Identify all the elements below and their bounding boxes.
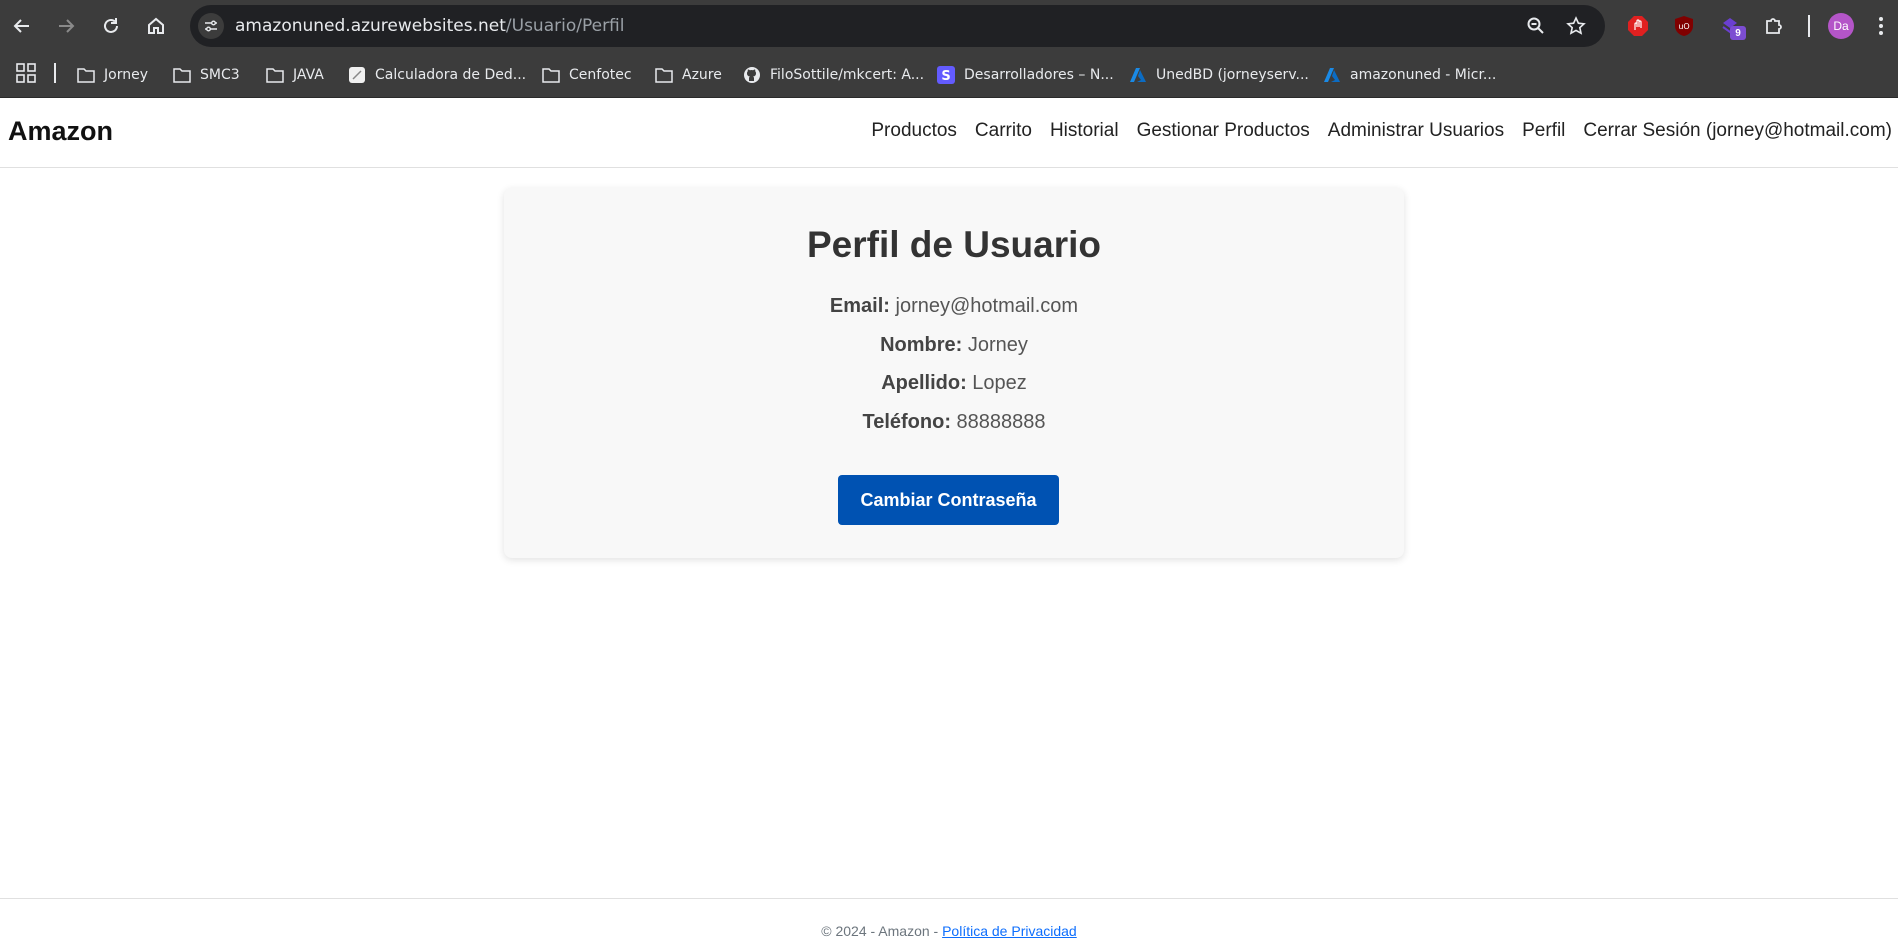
reload-icon [104, 18, 118, 33]
adblock-extension-icon[interactable] [1624, 12, 1652, 40]
bookmark-label: Calculadora de Ded... [375, 67, 527, 83]
nav-gestionar-productos[interactable]: Gestionar Productos [1137, 120, 1310, 142]
bookmark-star-icon[interactable] [1564, 14, 1588, 38]
email-value: jorney@hotmail.com [895, 295, 1079, 317]
nav-perfil[interactable]: Perfil [1522, 120, 1565, 142]
bookmark-label: Desarrolladores – N... [964, 67, 1114, 83]
bookmarks-divider [54, 63, 56, 83]
zoom-icon[interactable] [1524, 14, 1548, 38]
url-host: amazonuned.azurewebsites.net [235, 16, 506, 36]
footer-text: © 2024 - Amazon - Política de Privacidad [0, 923, 1898, 939]
bookmark-desarrolladores[interactable]: S Desarrolladores – N... [936, 62, 1114, 88]
bookmark-label: Jorney [104, 67, 148, 83]
github-icon [742, 65, 762, 85]
url-path: /Usuario/Perfil [505, 16, 625, 36]
copyright-text: © 2024 - Amazon - [821, 923, 943, 939]
reload-button[interactable] [95, 10, 127, 42]
change-password-button[interactable]: Cambiar Contraseña [838, 475, 1059, 525]
ublock-extension-icon[interactable]: uO [1670, 12, 1698, 40]
stripe-icon: S [936, 65, 956, 85]
address-bar[interactable]: amazonuned.azurewebsites.net/Usuario/Per… [190, 5, 1605, 47]
brand-logo-text[interactable]: Amazon [8, 116, 113, 147]
url-text[interactable]: amazonuned.azurewebsites.net/Usuario/Per… [235, 5, 625, 47]
arrow-right-icon [59, 19, 75, 33]
nav-historial[interactable]: Historial [1050, 120, 1119, 142]
page-title: Perfil de Usuario [806, 224, 1102, 265]
azure-icon [1128, 65, 1148, 85]
svg-text:S: S [941, 69, 950, 84]
azure-icon [1322, 65, 1342, 85]
bookmark-label: JAVA [293, 67, 324, 83]
bookmark-mkcert[interactable]: FiloSottile/mkcert: A... [742, 62, 924, 88]
bookmark-label: amazonuned - Micr... [1350, 67, 1497, 83]
folder-icon [541, 65, 561, 85]
nav-cerrar-sesion[interactable]: Cerrar Sesión (jorney@hotmail.com) [1583, 120, 1892, 142]
extension-badge: 9 [1730, 26, 1746, 40]
telefono-label: Teléfono: [862, 411, 951, 433]
calculator-favicon [347, 65, 367, 85]
apps-grid-icon[interactable] [16, 63, 36, 83]
web-page: Amazon Productos Carrito Historial Gesti… [0, 98, 1898, 952]
bookmark-java[interactable]: JAVA [265, 62, 324, 88]
toolbar-divider [1808, 15, 1810, 37]
folder-icon [172, 65, 192, 85]
svg-text:uO: uO [1678, 22, 1689, 31]
home-icon [148, 17, 164, 34]
back-button[interactable] [6, 10, 38, 42]
bookmark-azure-folder[interactable]: Azure [654, 62, 722, 88]
apellido-label: Apellido: [881, 372, 967, 394]
nombre-label: Nombre: [880, 334, 963, 356]
bookmark-jorney[interactable]: Jorney [76, 62, 148, 88]
nav-carrito[interactable]: Carrito [975, 120, 1032, 142]
profile-telefono-row: Teléfono: 88888888 [504, 411, 1404, 434]
main-nav: Productos Carrito Historial Gestionar Pr… [871, 120, 1892, 142]
bookmark-label: Azure [682, 67, 722, 83]
folder-icon [265, 65, 285, 85]
profile-apellido-row: Apellido: Lopez [504, 372, 1404, 395]
bookmark-label: SMC3 [200, 67, 240, 83]
telefono-value: 88888888 [956, 411, 1046, 433]
nombre-value: Jorney [967, 334, 1028, 356]
arrow-left-icon [13, 19, 29, 33]
bookmark-unedbd[interactable]: UnedBD (jorneyserv... [1128, 62, 1309, 88]
nav-administrar-usuarios[interactable]: Administrar Usuarios [1328, 120, 1504, 142]
folder-icon [76, 65, 96, 85]
bookmark-calculadora[interactable]: Calculadora de Ded... [347, 62, 526, 88]
profile-avatar[interactable]: Da [1828, 13, 1854, 39]
bookmark-label: UnedBD (jorneyserv... [1156, 67, 1309, 83]
folder-icon [654, 65, 674, 85]
home-button[interactable] [140, 10, 172, 42]
site-header: Amazon Productos Carrito Historial Gesti… [0, 98, 1898, 168]
browser-toolbar: amazonuned.azurewebsites.net/Usuario/Per… [0, 0, 1898, 52]
bookmark-smc3[interactable]: SMC3 [172, 62, 240, 88]
bookmark-label: Cenfotec [569, 67, 632, 83]
forward-button[interactable] [50, 10, 82, 42]
email-label: Email: [829, 295, 890, 317]
bookmark-cenfotec[interactable]: Cenfotec [541, 62, 632, 88]
profile-card: Perfil de Usuario Email: jorney@hotmail.… [504, 188, 1404, 558]
privacy-policy-link[interactable]: Política de Privacidad [942, 923, 1077, 939]
site-footer: © 2024 - Amazon - Política de Privacidad [0, 898, 1898, 952]
profile-email-row: Email: jorney@hotmail.com [504, 295, 1404, 318]
more-menu-icon[interactable] [1874, 12, 1888, 40]
bookmark-amazonuned[interactable]: amazonuned - Micr... [1322, 62, 1496, 88]
nav-productos[interactable]: Productos [871, 120, 957, 142]
profile-nombre-row: Nombre: Jorney [504, 334, 1404, 357]
site-info-icon[interactable] [198, 13, 224, 39]
extensions-puzzle-icon[interactable] [1760, 12, 1788, 40]
extension-with-badge-icon[interactable]: 9 [1716, 12, 1746, 40]
apellido-value: Lopez [972, 372, 1027, 394]
bookmark-label: FiloSottile/mkcert: A... [770, 67, 925, 83]
